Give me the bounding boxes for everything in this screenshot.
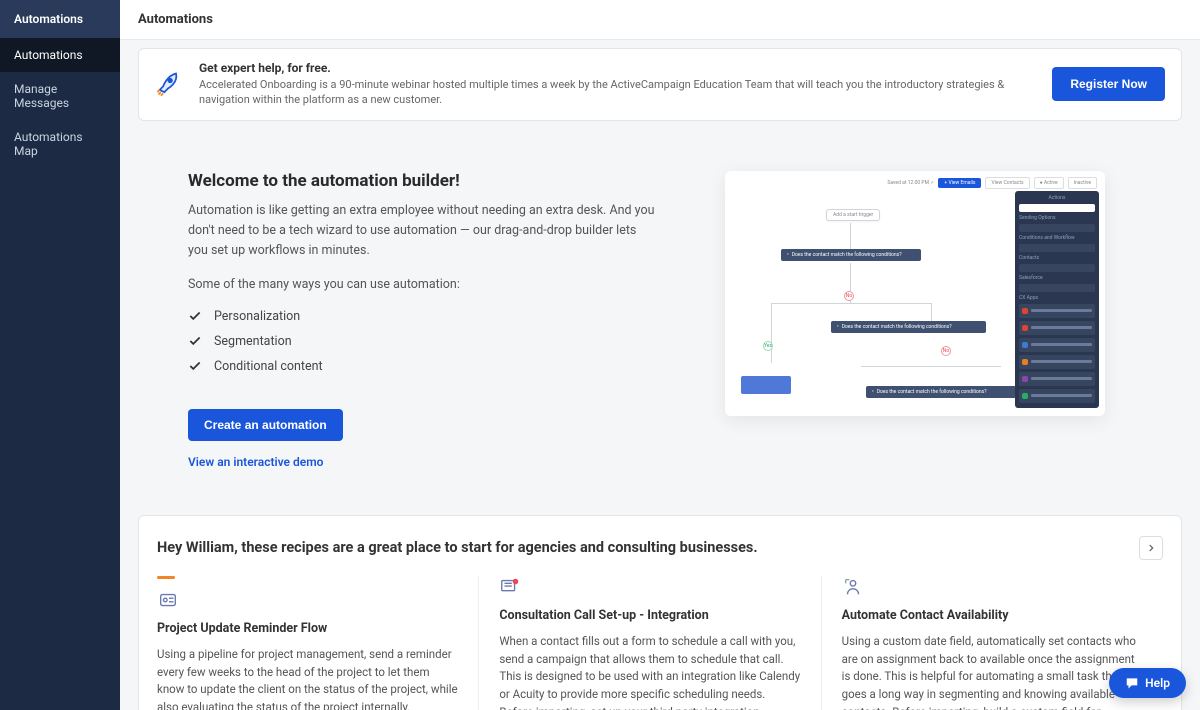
- hero-subheading: Some of the many ways you can use automa…: [188, 277, 658, 292]
- hero-bullet-label: Segmentation: [214, 334, 292, 349]
- onboarding-banner: Get expert help, for free. Accelerated O…: [138, 48, 1182, 121]
- hero-bullet: Conditional content: [188, 354, 658, 379]
- recipe-title: Consultation Call Set-up - Integration: [499, 608, 800, 623]
- recipe-title: Project Update Reminder Flow: [157, 621, 458, 636]
- recipe-icon: [157, 589, 179, 611]
- sidebar-item-automations[interactable]: Automations: [0, 38, 120, 72]
- banner-title: Get expert help, for free.: [199, 61, 1036, 75]
- recipe-card: Project Update Reminder Flow Using a pip…: [157, 576, 478, 710]
- recipes-next-button[interactable]: [1139, 536, 1163, 560]
- recipe-title: Automate Contact Availability: [842, 608, 1143, 623]
- hero-section: Welcome to the automation builder! Autom…: [138, 147, 1182, 499]
- sidebar-header: Automations: [0, 0, 120, 38]
- recipe-card: Consultation Call Set-up - Integration W…: [478, 576, 820, 710]
- help-button[interactable]: Help: [1109, 668, 1186, 698]
- sidebar-item-manage-messages[interactable]: Manage Messages: [0, 72, 120, 120]
- main: Automations Get expert help, for free. A…: [120, 0, 1200, 710]
- rocket-icon: [155, 70, 183, 98]
- chat-icon: [1125, 676, 1139, 690]
- hero-bullet: Personalization: [188, 304, 658, 329]
- hero-title: Welcome to the automation builder!: [188, 171, 658, 191]
- hero-content: Welcome to the automation builder! Autom…: [188, 171, 658, 469]
- view-demo-link[interactable]: View an interactive demo: [188, 455, 323, 469]
- recipe-body: When a contact fills out a form to sched…: [499, 633, 800, 710]
- recipe-accent: [157, 576, 175, 579]
- hero-cta-group: Create an automation View an interactive…: [188, 409, 658, 469]
- recipes-header: Hey William, these recipes are a great p…: [157, 536, 1163, 560]
- sidebar: Automations Automations Manage Messages …: [0, 0, 120, 710]
- create-automation-button[interactable]: Create an automation: [188, 409, 343, 441]
- chevron-right-icon: [1146, 543, 1156, 553]
- page-title: Automations: [120, 0, 1200, 40]
- check-icon: [188, 334, 202, 348]
- hero-bullet-label: Conditional content: [214, 359, 323, 374]
- help-label: Help: [1145, 676, 1170, 690]
- banner-text: Get expert help, for free. Accelerated O…: [199, 61, 1036, 108]
- recipe-body: Using a pipeline for project management,…: [157, 646, 458, 710]
- hero-description: Automation is like getting an extra empl…: [188, 201, 658, 261]
- hero-bullet-label: Personalization: [214, 309, 300, 324]
- hero-bullet: Segmentation: [188, 329, 658, 354]
- recipe-list: Project Update Reminder Flow Using a pip…: [157, 576, 1163, 710]
- hero-bullet-list: Personalization Segmentation Conditional…: [188, 304, 658, 379]
- banner-subtitle: Accelerated Onboarding is a 90-minute we…: [199, 77, 1036, 108]
- check-icon: [188, 359, 202, 373]
- recipe-body: Using a custom date field, automatically…: [842, 633, 1143, 710]
- register-now-button[interactable]: Register Now: [1052, 67, 1165, 101]
- hero-illustration: Saved at 12:00 PM ✓ + View Emails View C…: [698, 171, 1132, 469]
- recipes-headline: Hey William, these recipes are a great p…: [157, 539, 758, 556]
- recipe-icon: [499, 576, 521, 598]
- recipe-icon: [842, 576, 864, 598]
- recipes-section: Hey William, these recipes are a great p…: [138, 515, 1182, 710]
- automation-builder-preview: Saved at 12:00 PM ✓ + View Emails View C…: [725, 171, 1105, 416]
- sidebar-item-automations-map[interactable]: Automations Map: [0, 120, 120, 168]
- check-icon: [188, 309, 202, 323]
